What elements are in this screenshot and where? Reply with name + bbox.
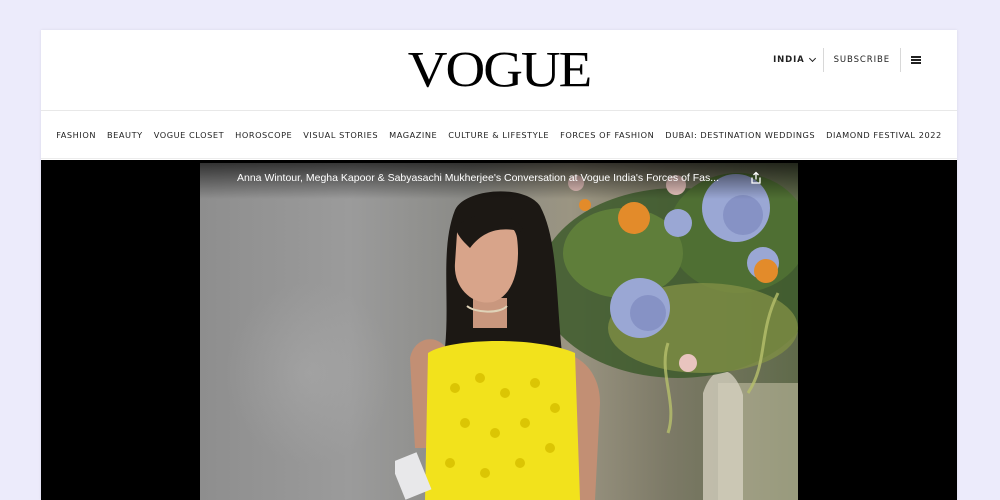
browser-page: VOGUE INDIA SUBSCRIBE FASHION BEAUTY VOG…	[41, 30, 957, 500]
chevron-down-icon	[808, 54, 816, 63]
video-frame[interactable]: Anna Wintour, Megha Kapoor & Sabyasachi …	[200, 163, 798, 500]
speaker-image	[395, 191, 600, 500]
nav-item-culture-lifestyle[interactable]: CULTURE & LIFESTYLE	[448, 130, 549, 140]
nav-item-diamond-festival[interactable]: DIAMOND FESTIVAL 2022	[826, 130, 942, 140]
nav-item-magazine[interactable]: MAGAZINE	[389, 130, 437, 140]
hamburger-menu-icon[interactable]	[911, 56, 921, 64]
masthead: VOGUE INDIA SUBSCRIBE	[41, 30, 957, 111]
edition-label: INDIA	[773, 55, 805, 65]
video-title-bar: Anna Wintour, Megha Kapoor & Sabyasachi …	[200, 163, 798, 199]
video-player[interactable]: Anna Wintour, Megha Kapoor & Sabyasachi …	[41, 160, 957, 500]
nav-item-beauty[interactable]: BEAUTY	[107, 130, 143, 140]
header-actions: INDIA SUBSCRIBE	[773, 48, 921, 72]
video-title[interactable]: Anna Wintour, Megha Kapoor & Sabyasachi …	[237, 172, 737, 184]
nav-item-dubai-destination-weddings[interactable]: DUBAI: DESTINATION WEDDINGS	[665, 130, 815, 140]
main-navigation: FASHION BEAUTY VOGUE CLOSET HOROSCOPE VI…	[41, 111, 957, 159]
nav-item-fashion[interactable]: FASHION	[56, 130, 96, 140]
nav-item-visual-stories[interactable]: VISUAL STORIES	[303, 130, 378, 140]
subscribe-link[interactable]: SUBSCRIBE	[824, 48, 901, 72]
nav-item-vogue-closet[interactable]: VOGUE CLOSET	[154, 130, 224, 140]
nav-item-horoscope[interactable]: HOROSCOPE	[235, 130, 292, 140]
nav-item-forces-of-fashion[interactable]: FORCES OF FASHION	[560, 130, 654, 140]
edition-selector[interactable]: INDIA	[773, 48, 824, 72]
share-icon[interactable]	[749, 171, 763, 185]
